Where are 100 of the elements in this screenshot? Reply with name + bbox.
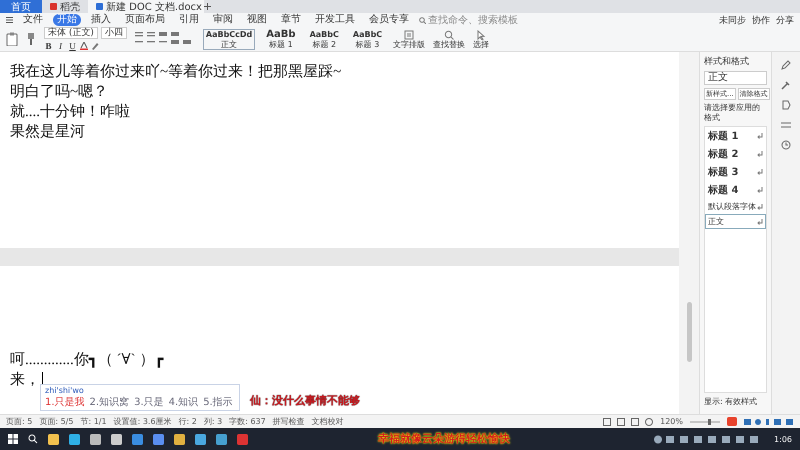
ribbon-button[interactable]: 文字排版 — [393, 30, 426, 48]
app-icon[interactable] — [174, 434, 185, 444]
zoom-level[interactable]: 120% — [660, 417, 683, 426]
document-icon — [96, 3, 103, 10]
ribbon-button[interactable]: 查找替换 — [433, 30, 466, 48]
status-item: 字数: 637 — [229, 416, 266, 427]
toolbar-action[interactable]: 协作 — [752, 14, 770, 26]
status-item: 节: 1/1 — [80, 416, 107, 427]
app-icon[interactable] — [216, 434, 227, 444]
format-button[interactable]: U — [68, 41, 77, 51]
brush-icon[interactable] — [781, 80, 791, 90]
return-icon — [757, 151, 763, 157]
app-icon[interactable] — [48, 434, 59, 444]
tab[interactable]: 首页 — [0, 0, 42, 13]
menu-tab[interactable]: 会员专享 — [365, 14, 413, 26]
cursor-icon — [476, 30, 486, 40]
app-icon[interactable] — [111, 434, 122, 444]
ime-candidate[interactable]: 5.指示 — [203, 395, 233, 409]
menu-tab[interactable]: 页面布局 — [121, 14, 169, 26]
status-item: 拼写检查 — [272, 416, 305, 427]
app-icon[interactable] — [69, 434, 80, 444]
status-item: 行: 2 — [178, 416, 197, 427]
tab[interactable]: 新建 DOC 文档.docx — [88, 0, 204, 13]
menu-tab[interactable]: 开始 — [53, 14, 81, 26]
format-button[interactable]: I — [56, 41, 65, 51]
clock-icon[interactable] — [781, 140, 791, 150]
document-text: 呵.............你┓（ ´∀` ）┏ — [10, 351, 164, 370]
show-filter[interactable]: 显示: 有效样式 — [704, 396, 767, 407]
style-list-item[interactable]: 标题 1 — [705, 127, 766, 145]
style-gallery-item[interactable]: AaBb 标题 1 — [263, 28, 299, 50]
ribbon-button[interactable]: 选择 — [473, 30, 490, 48]
font-color-icon[interactable] — [80, 42, 88, 50]
menu-tab[interactable]: 开发工具 — [311, 14, 359, 26]
shape-icon[interactable] — [781, 100, 791, 110]
tab[interactable]: 稻壳 — [42, 0, 88, 13]
file-menu[interactable]: 文件 — [19, 14, 47, 26]
windows-logo-icon[interactable] — [8, 434, 18, 444]
app-icon[interactable] — [90, 434, 101, 444]
style-gallery-item[interactable]: AaBbC 标题 3 — [350, 28, 386, 50]
panel-title: 样式和格式 — [704, 56, 750, 68]
app-icon[interactable] — [195, 434, 206, 444]
document-text: 就....十分钟！咋啦 — [10, 102, 130, 122]
status-item: 列: 3 — [204, 416, 222, 427]
status-item: 页面: 5 — [6, 416, 32, 427]
menu-tab[interactable]: 引用 — [175, 14, 203, 26]
document-text: 来， — [10, 370, 40, 390]
menu-tab[interactable]: 插入 — [87, 14, 115, 26]
panel-prompt: 请选择要应用的格式 — [704, 103, 761, 123]
view-modes-icon[interactable] — [603, 418, 654, 426]
return-icon — [757, 187, 763, 193]
style-list-item[interactable]: 标题 3 — [705, 163, 766, 181]
return-icon — [757, 133, 763, 139]
status-item: 文档校对 — [312, 416, 344, 427]
search-icon — [444, 30, 454, 40]
document-text: 明白了吗~嗯？ — [10, 83, 108, 102]
ime-candidate[interactable]: 3.只是 — [134, 395, 164, 409]
style-gallery-item[interactable]: AaBbCcDd 正文 — [202, 28, 256, 50]
ime-candidate[interactable]: 4.知识 — [168, 395, 198, 409]
style-gallery-item[interactable]: AaBbC 标题 2 — [306, 28, 342, 50]
return-icon — [757, 218, 763, 224]
document-text: 我在这儿等着你过来吖~等着你过来！把那黑屋踩~ — [10, 62, 342, 82]
return-icon — [757, 169, 763, 175]
toolbar-action[interactable]: 未同步 — [719, 14, 746, 26]
status-item: 设置值: 3.6厘米 — [114, 416, 172, 427]
toolbar-action[interactable]: 分享 — [776, 14, 794, 26]
pen-icon[interactable] — [781, 60, 791, 70]
video-caption: 幸福就像云朵游得轻松愉快 — [378, 431, 510, 446]
pinyin-text: zhi'shi'wo — [45, 386, 85, 395]
return-icon — [757, 204, 763, 210]
sliders-icon[interactable] — [781, 120, 791, 130]
style-list-item[interactable]: 默认段落字体 — [705, 199, 766, 214]
style-list-item[interactable]: 标题 4 — [705, 181, 766, 199]
app-icon[interactable] — [132, 434, 143, 444]
clipboard-icon[interactable] — [6, 32, 18, 46]
search-icon[interactable] — [28, 434, 38, 444]
format-button[interactable]: B — [44, 41, 53, 51]
highlight-icon[interactable] — [91, 42, 99, 50]
ime-candidate[interactable]: 1.只是我 — [45, 395, 85, 409]
ime-candidate[interactable]: 2.知识窝 — [90, 395, 130, 409]
app-icon[interactable] — [153, 434, 164, 444]
brush-icon[interactable] — [26, 32, 36, 46]
style-list-item[interactable]: 正文 — [705, 214, 766, 229]
ime-tools-icon[interactable] — [744, 418, 794, 426]
search-icon — [419, 16, 426, 24]
video-caption: 仙：没什么事情不能够 — [250, 393, 360, 408]
docer-logo-icon — [50, 3, 57, 10]
document-text: 果然是星河 — [10, 123, 85, 142]
hamburger-icon[interactable] — [6, 17, 13, 23]
menu-tab[interactable]: 章节 — [277, 14, 305, 26]
font-dropdown[interactable]: 宋体 (正文) — [44, 27, 98, 39]
zoom-slider-icon[interactable] — [690, 418, 720, 426]
style-list-item[interactable]: 标题 2 — [705, 145, 766, 163]
menu-tab[interactable]: 视图 — [243, 14, 271, 26]
status-item: 页面: 5/5 — [39, 416, 74, 427]
scrollbar-thumb[interactable] — [686, 302, 692, 362]
clock-time[interactable]: 1:06 — [774, 434, 792, 444]
plus-icon[interactable] — [204, 3, 211, 10]
current-style-field[interactable]: 正文 — [704, 71, 767, 85]
menu-tab[interactable]: 审阅 — [209, 14, 237, 26]
font-size-dropdown[interactable]: 小四 — [100, 27, 127, 39]
